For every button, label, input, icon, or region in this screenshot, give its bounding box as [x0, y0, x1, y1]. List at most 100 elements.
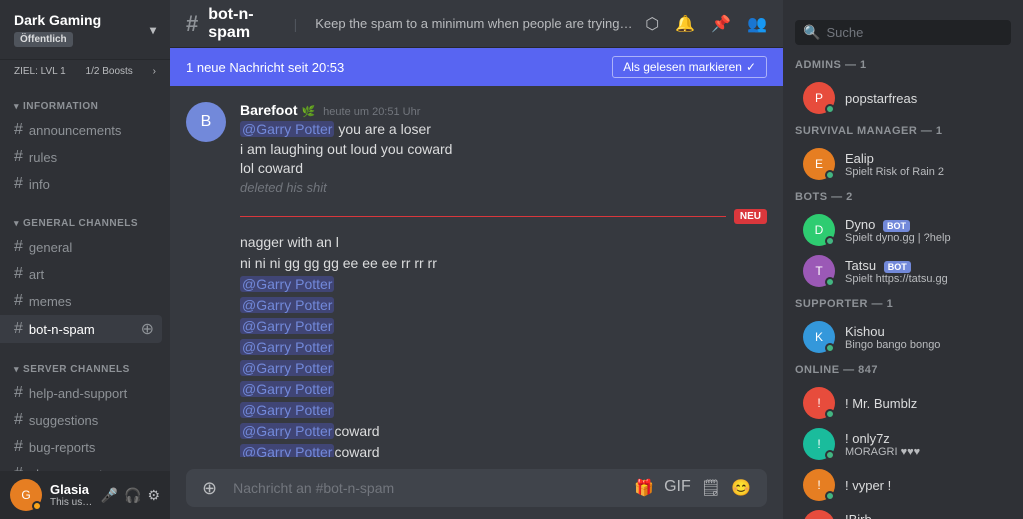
member-only7z[interactable]: ! ! only7z MORAGRI ♥♥♥	[791, 424, 1015, 464]
search-input-wrap: 🔍	[795, 20, 1011, 45]
boosts-label: 1/2 Boosts	[86, 66, 133, 77]
message-input-icons: 🎁 GIF 🗒 😊	[626, 470, 759, 506]
information-section-header[interactable]: ▾ INFORMATION	[0, 97, 170, 116]
member-info-only7z: ! only7z MORAGRI ♥♥♥	[845, 431, 1003, 458]
channel-title: bot-n-spam	[208, 6, 275, 42]
members-icon[interactable]: 👥	[747, 14, 767, 34]
header-icons: ⬡ 🔔 📌 👥	[645, 14, 767, 34]
member-info-birb: !Birb Spielt Among Us 📱	[845, 512, 1003, 519]
member-name-kishou: Kishou	[845, 324, 1003, 339]
server-section-label: SERVER CHANNELS	[23, 364, 130, 375]
status-dot	[825, 170, 835, 180]
search-icon: 🔍	[803, 24, 820, 41]
hash-icon: #	[14, 292, 23, 310]
continued-msg-1: nagger with an l	[240, 232, 767, 253]
hash-icon: #	[14, 411, 23, 429]
channel-suggestions[interactable]: # suggestions	[0, 407, 162, 433]
member-ealip[interactable]: E Ealip Spielt Risk of Rain 2	[791, 144, 1015, 184]
member-status-only7z: MORAGRI ♥♥♥	[845, 446, 1003, 458]
channel-info[interactable]: # info	[0, 171, 162, 197]
headphone-icon[interactable]: 🎧	[124, 487, 141, 504]
chevron-down-icon: ▾	[150, 23, 156, 37]
message-group: B Barefoot 🌿 heute um 20:51 Uhr @Garry P…	[186, 102, 767, 197]
supporter-section-header: SUPPORTER — 1	[783, 292, 1023, 316]
member-dyno[interactable]: D Dyno BOT Spielt dyno.gg | ?help	[791, 210, 1015, 250]
channel-topic: Keep the spam to a minimum when people a…	[315, 16, 635, 31]
continued-msg-6: @Garry Potter	[240, 337, 767, 358]
member-kishou[interactable]: K Kishou Bingo bango bongo	[791, 317, 1015, 357]
member-mr-bumblz[interactable]: ! ! Mr. Bumblz	[791, 383, 1015, 423]
member-avatar-kishou: K	[803, 321, 835, 353]
server-section-header[interactable]: ▾ SERVER CHANNELS	[0, 360, 170, 379]
settings-icon[interactable]: ⚙	[147, 487, 160, 504]
status-dot	[825, 491, 835, 501]
member-avatar-birb: !	[803, 510, 835, 519]
mark-read-label: Als gelesen markieren	[623, 60, 742, 74]
channel-bot-n-spam[interactable]: # bot-n-spam ⊕	[0, 315, 162, 343]
general-section-header[interactable]: ▾ GENERAL CHANNELS	[0, 214, 170, 233]
continued-msg-3: @Garry Potter	[240, 274, 767, 295]
gif-icon[interactable]: GIF	[664, 478, 691, 498]
hash-icon: #	[14, 121, 23, 139]
member-info-mr-bumblz: ! Mr. Bumblz	[845, 396, 1003, 411]
member-tatsu[interactable]: T Tatsu BOT Spielt https://tatsu.gg	[791, 251, 1015, 291]
server-header[interactable]: Dark Gaming Öffentlich ▾	[0, 0, 170, 60]
level-label: ZIEL: LVL 1	[14, 66, 66, 77]
notification-bar[interactable]: 1 neue Nachricht seit 20:53 Als gelesen …	[170, 48, 783, 86]
member-birb[interactable]: ! !Birb Spielt Among Us 📱	[791, 506, 1015, 519]
message-input[interactable]	[225, 469, 626, 507]
add-attachment-icon[interactable]: ⊕	[194, 470, 225, 507]
bots-section-header: BOTS — 2	[783, 185, 1023, 209]
header-divider: |	[294, 16, 298, 32]
channel-help-and-support[interactable]: # help-and-support	[0, 380, 162, 406]
member-popstarfreas[interactable]: P popstarfreas	[791, 78, 1015, 118]
channel-rules[interactable]: # rules	[0, 144, 162, 170]
continued-msg-5: @Garry Potter	[240, 316, 767, 337]
continued-msg-7: @Garry Potter	[240, 358, 767, 379]
microphone-icon[interactable]: 🎤	[101, 487, 118, 504]
member-info-tatsu: Tatsu BOT Spielt https://tatsu.gg	[845, 258, 1003, 285]
member-status-dyno: Spielt dyno.gg | ?help	[845, 232, 1003, 244]
member-name-vyper: ! vyper !	[845, 478, 1003, 493]
channel-memes[interactable]: # memes	[0, 288, 162, 314]
channel-announcements[interactable]: # announcements	[0, 117, 162, 143]
channel-name-general: general	[29, 240, 72, 255]
status-dot	[825, 450, 835, 460]
search-box: 🔍	[783, 12, 1023, 53]
gift-icon[interactable]: 🎁	[634, 478, 654, 498]
sticker-icon[interactable]: 🗒	[701, 478, 721, 498]
member-name-tatsu: Tatsu BOT	[845, 258, 1003, 273]
channel-name-announcements: announcements	[29, 123, 122, 138]
continued-msg-2: ni ni ni gg gg gg ee ee ee rr rr rr	[240, 253, 767, 274]
status-dot	[32, 501, 42, 511]
divider-label: NEU	[734, 209, 767, 224]
channel-bug-reports[interactable]: # bug-reports	[0, 434, 162, 460]
status-dot	[825, 104, 835, 114]
channel-art[interactable]: # art	[0, 261, 162, 287]
pin-icon[interactable]: 📌	[711, 14, 731, 34]
information-section: ▾ INFORMATION # announcements # rules # …	[0, 83, 170, 200]
bell-icon[interactable]: 🔔	[675, 14, 695, 34]
emoji-icon[interactable]: 😊	[731, 478, 751, 498]
sidebar-channels: ▾ INFORMATION # announcements # rules # …	[0, 83, 170, 471]
search-input[interactable]	[826, 25, 1003, 40]
channel-player-reports[interactable]: # player-reports	[0, 461, 162, 471]
hashtag-icon[interactable]: ⬡	[645, 14, 659, 34]
member-vyper[interactable]: ! ! vyper !	[791, 465, 1015, 505]
message-line-3: lol coward	[240, 159, 767, 179]
add-member-icon[interactable]: ⊕	[141, 319, 154, 339]
caret-icon: ▾	[14, 218, 19, 229]
channel-general[interactable]: # general	[0, 234, 162, 260]
messages-area: B Barefoot 🌿 heute um 20:51 Uhr @Garry P…	[170, 86, 783, 457]
member-avatar-vyper: !	[803, 469, 835, 501]
general-channels-section: ▾ GENERAL CHANNELS # general # art # mem…	[0, 200, 170, 346]
mark-read-button[interactable]: Als gelesen markieren ✓	[612, 56, 767, 78]
main-chat: # bot-n-spam | Keep the spam to a minimu…	[170, 0, 783, 519]
member-status-tatsu: Spielt https://tatsu.gg	[845, 273, 1003, 285]
bot-badge-tatsu: BOT	[884, 261, 911, 273]
member-info-kishou: Kishou Bingo bango bongo	[845, 324, 1003, 351]
member-status-ealip: Spielt Risk of Rain 2	[845, 166, 1003, 178]
message-avatar: B	[186, 102, 226, 142]
user-controls[interactable]: 🎤 🎧 ⚙	[101, 487, 160, 504]
user-info: Glasia This user i...	[50, 482, 93, 508]
